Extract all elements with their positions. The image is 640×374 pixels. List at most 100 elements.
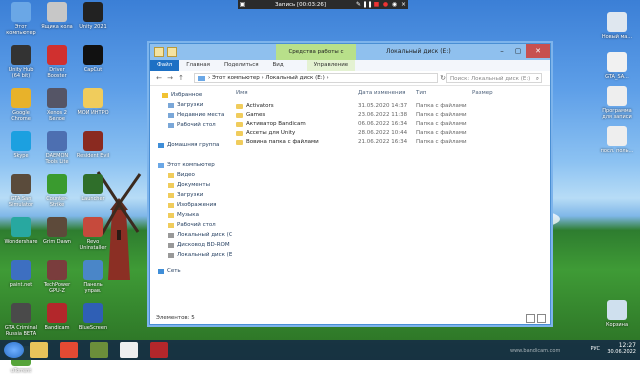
nav-pc-item-icon xyxy=(168,182,174,188)
taskbar-file-explorer-icon[interactable] xyxy=(30,342,48,358)
screenshot-icon[interactable]: ◉ xyxy=(390,0,399,9)
close-button[interactable]: ✕ xyxy=(526,44,550,58)
desktop-icon[interactable]: CapCut xyxy=(76,45,110,73)
desktop-icon[interactable]: BlueScreen xyxy=(76,303,110,331)
system-tray: 12:27 30.06.2022 xyxy=(607,342,636,356)
desktop-icon[interactable]: Resident Evil xyxy=(76,131,110,159)
address-segment-computer[interactable]: Этот компьютер xyxy=(212,73,260,83)
desktop-icon[interactable]: DAEMON Tools Lite xyxy=(40,131,74,165)
record-icon[interactable]: ● xyxy=(381,0,390,9)
desktop-icon[interactable]: GTA San Simulator xyxy=(4,174,38,208)
desktop-icon[interactable]: Программа для записи xyxy=(600,86,634,120)
address-segment-drive[interactable]: Локальный диск (E:) xyxy=(265,73,324,83)
nav-homegroup[interactable]: Домашняя группа xyxy=(158,142,219,148)
file-row[interactable]: Активатор Bandicam 06.06.2022 16:34 Папка … xyxy=(232,120,548,129)
title-bar[interactable]: Средства работы с дисками Локальный диск… xyxy=(150,44,550,71)
nav-favorite-item[interactable]: Загрузки xyxy=(168,102,203,108)
desktop-icon[interactable]: Launcher xyxy=(76,174,110,202)
desktop-icon[interactable]: Driver Booster xyxy=(40,45,74,79)
desktop-icon-label: Resident Evil xyxy=(76,153,110,159)
desktop-icon[interactable]: посл. поль... xyxy=(600,126,634,154)
column-header-type[interactable]: Тип xyxy=(416,90,427,96)
column-header-name[interactable]: Имя xyxy=(236,90,248,96)
desktop-icon-label: Grim Dawn xyxy=(43,239,71,245)
nav-pc-item[interactable]: Рабочий стол xyxy=(168,222,216,228)
desktop-icon[interactable]: Google Chrome xyxy=(4,88,38,122)
tab-share[interactable]: Поделиться xyxy=(217,60,266,71)
desktop-icon[interactable]: Новый ма... xyxy=(600,12,634,40)
nav-pc-item[interactable]: Локальный диск (C:) xyxy=(168,232,237,238)
taskbar-bandicam-icon[interactable] xyxy=(150,342,168,358)
desktop-icon[interactable]: Ящика кола xyxy=(40,2,74,30)
file-row[interactable]: Ассеты для Unity 28.06.2022 10:44 Папка с … xyxy=(232,129,548,138)
forward-arrow-icon[interactable]: → xyxy=(165,73,175,83)
taskbar-minecraft-icon[interactable] xyxy=(90,342,108,358)
pause-icon[interactable]: ❚❚ xyxy=(362,0,372,9)
address-bar[interactable]: › Этот компьютер › Локальный диск (E:) › xyxy=(194,73,438,83)
tab-home[interactable]: Главная xyxy=(179,60,217,71)
nav-pc-item[interactable]: Изображения xyxy=(168,202,216,208)
clock-date[interactable]: 30.06.2022 xyxy=(607,349,636,356)
file-row[interactable]: Games 23.06.2022 11:38 Папка с файлами xyxy=(232,111,548,120)
desktop-icon[interactable]: Корзина xyxy=(600,300,634,328)
desktop-icon[interactable]: Skype xyxy=(4,131,38,159)
desktop-icon[interactable]: Wondershare xyxy=(4,217,38,245)
nav-label: Избранное xyxy=(171,92,203,98)
nav-pc-item-icon xyxy=(168,172,174,178)
tab-view[interactable]: Вид xyxy=(266,60,291,71)
tab-file[interactable]: Файл xyxy=(150,60,180,71)
stop-icon[interactable]: ■ xyxy=(372,0,381,9)
file-row[interactable]: Activators 31.05.2020 14:37 Папка с файлам… xyxy=(232,102,548,111)
nav-pc-item[interactable]: Загрузки xyxy=(168,192,203,198)
desktop-icon[interactable]: Grim Dawn xyxy=(40,217,74,245)
desktop-icon[interactable]: GTA Criminal Russia BETA xyxy=(4,303,38,337)
tab-manage[interactable]: Управление xyxy=(306,60,356,71)
desktop-icon[interactable]: Панель управ. xyxy=(76,260,110,294)
desktop-icon[interactable]: Counter-Strike xyxy=(40,174,74,208)
minimize-button[interactable]: – xyxy=(494,44,510,58)
clock-time[interactable]: 12:27 xyxy=(607,342,636,349)
desktop-icon[interactable]: Bandicam xyxy=(40,303,74,331)
close-icon[interactable]: × xyxy=(399,0,408,9)
taskbar-chrome-icon[interactable] xyxy=(60,342,78,358)
desktop-icon[interactable]: МОИ ИНТРО xyxy=(76,88,110,116)
file-type: Папка с файлами xyxy=(416,103,467,109)
column-header-date[interactable]: Дата изменения xyxy=(358,90,405,96)
nav-favorite-item[interactable]: Недавние места xyxy=(168,112,224,118)
desktop-icon-label: Программа для записи xyxy=(602,108,632,120)
desktop-icon[interactable]: GTA_SA... xyxy=(600,52,634,80)
file-row[interactable]: Вовина папка с файлами 21.06.2022 16:34 Па… xyxy=(232,138,548,147)
desktop-icon[interactable]: Unity 2021 xyxy=(76,2,110,30)
camera-icon[interactable]: ▣ xyxy=(238,0,247,9)
start-button[interactable] xyxy=(4,342,24,358)
nav-pc-item[interactable]: Дисковод BD-ROM xyxy=(168,242,230,248)
nav-favorite-item[interactable]: Рабочий стол xyxy=(168,122,216,128)
properties-icon[interactable] xyxy=(154,47,164,57)
language-indicator[interactable]: РУС xyxy=(590,346,600,352)
nav-pc-item[interactable]: Документы xyxy=(168,182,210,188)
nav-pc-item[interactable]: Музыка xyxy=(168,212,199,218)
column-header-size[interactable]: Размер xyxy=(472,90,493,96)
window-controls: – ▢ ✕ xyxy=(494,44,550,58)
new-folder-icon[interactable] xyxy=(167,47,177,57)
desktop-icon[interactable]: Unity Hub (64 bit) xyxy=(4,45,38,79)
nav-favorites[interactable]: Избранное xyxy=(162,92,202,98)
nav-network[interactable]: Сеть xyxy=(158,268,181,274)
nav-pc-item[interactable]: Видео xyxy=(168,172,195,178)
back-arrow-icon[interactable]: ← xyxy=(154,73,164,83)
desktop-icon[interactable]: paint.net xyxy=(4,260,38,288)
details-view-icon[interactable] xyxy=(526,314,535,323)
taskbar-unity-icon[interactable] xyxy=(120,342,138,358)
nav-pc-item[interactable]: Локальный диск (E:) xyxy=(168,252,236,258)
desktop-icon[interactable]: Этот компьютер xyxy=(4,2,38,36)
nav-this-pc[interactable]: Этот компьютер xyxy=(158,162,215,168)
maximize-button[interactable]: ▢ xyxy=(510,44,526,58)
search-input[interactable]: Поиск: Локальный диск (E:) ⌕ xyxy=(446,73,542,83)
up-arrow-icon[interactable]: ↑ xyxy=(176,73,186,83)
nav-label: Загрузки xyxy=(177,192,204,198)
desktop-icon[interactable]: Xenos 2 Белое xyxy=(40,88,74,122)
tiles-view-icon[interactable] xyxy=(537,314,546,323)
desktop-icon[interactable]: Revo Uninstaller xyxy=(76,217,110,251)
nav-pc-item-icon xyxy=(168,222,174,228)
desktop-icon[interactable]: TechPower GPU-Z xyxy=(40,260,74,294)
